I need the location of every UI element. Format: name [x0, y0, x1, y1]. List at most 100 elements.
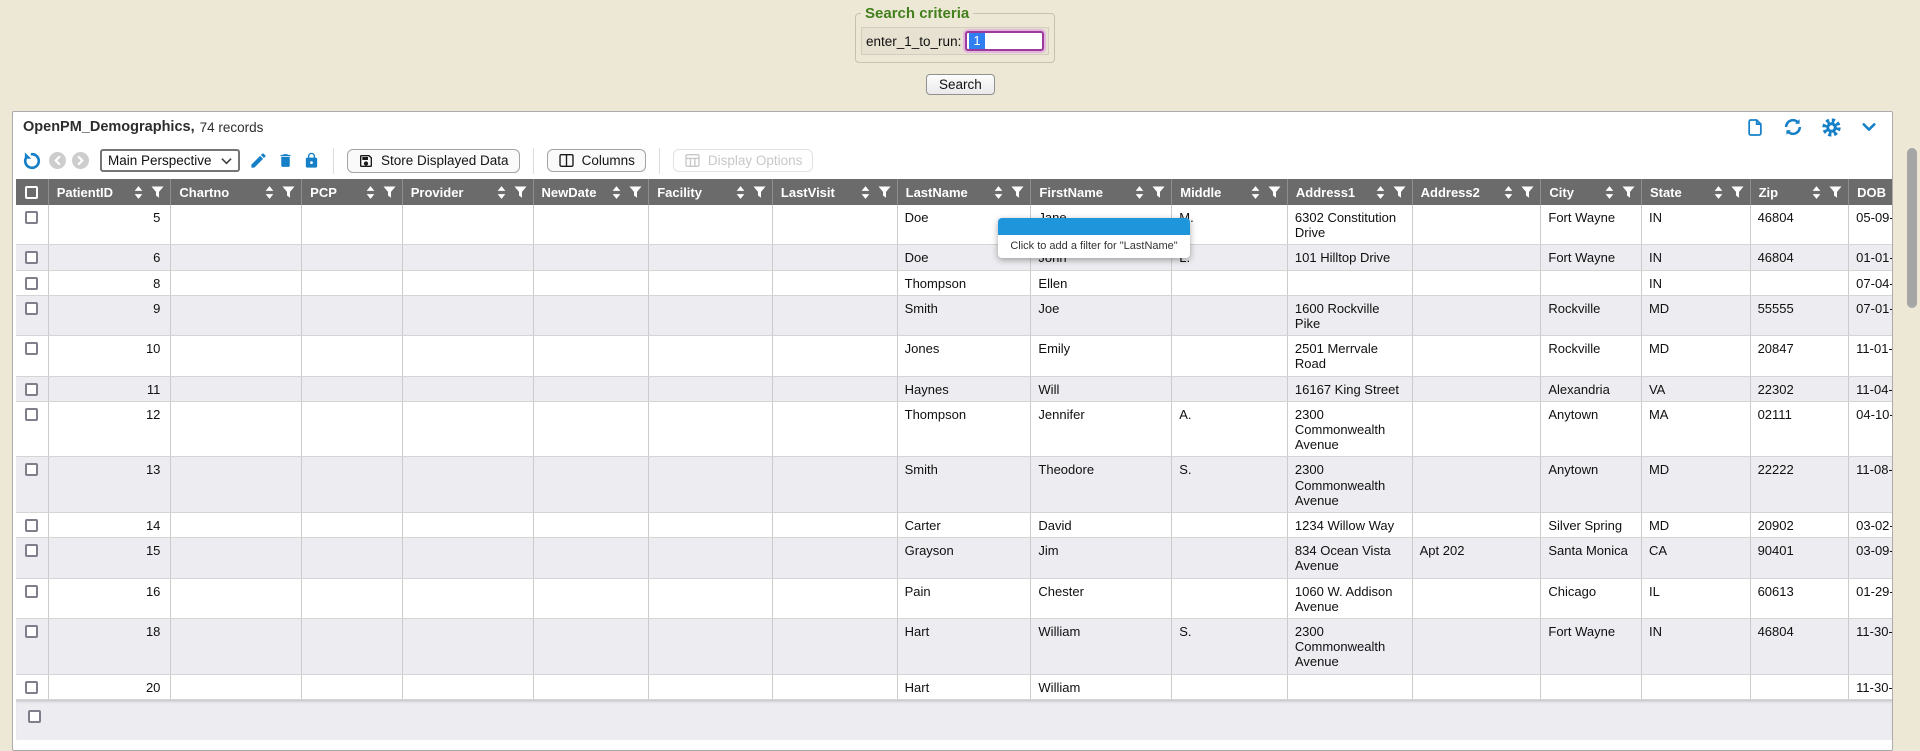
cell-last_visit[interactable]	[772, 457, 897, 513]
cell-last_visit[interactable]	[772, 619, 897, 675]
cell-new_date[interactable]	[533, 270, 649, 295]
cell-zip[interactable]: 46804	[1750, 205, 1849, 245]
cell-address1[interactable]: 2300 Commonwealth Avenue	[1287, 619, 1412, 675]
cell-new_date[interactable]	[533, 245, 649, 270]
cell-pcp[interactable]	[302, 619, 403, 675]
cell-last_name[interactable]: Haynes	[897, 376, 1031, 401]
cell-address1[interactable]: 2300 Commonwealth Avenue	[1287, 401, 1412, 457]
column-header-patient_id[interactable]: PatientID	[48, 179, 171, 205]
cell-zip[interactable]: 20902	[1750, 513, 1849, 538]
cell-address1[interactable]: 834 Ocean Vista Avenue	[1287, 538, 1412, 578]
cell-new_date[interactable]	[533, 513, 649, 538]
search-input[interactable]: 1	[965, 31, 1044, 51]
column-header-zip[interactable]: Zip	[1750, 179, 1849, 205]
cell-last_name[interactable]: Thompson	[897, 401, 1031, 457]
cell-chartno[interactable]	[171, 674, 302, 699]
sort-icon[interactable]	[133, 185, 144, 200]
cell-new_date[interactable]	[533, 376, 649, 401]
undo-icon[interactable]	[21, 150, 43, 172]
cell-address1[interactable]: 2501 Merrvale Road	[1287, 336, 1412, 376]
cell-city[interactable]: Anytown	[1541, 401, 1642, 457]
cell-address1[interactable]: 1060 W. Addison Avenue	[1287, 578, 1412, 618]
cell-city[interactable]: Anytown	[1541, 457, 1642, 513]
cell-chartno[interactable]	[171, 578, 302, 618]
filter-icon[interactable]	[1011, 186, 1024, 199]
cell-city[interactable]: Silver Spring	[1541, 513, 1642, 538]
cell-pcp[interactable]	[302, 295, 403, 335]
cell-chartno[interactable]	[171, 457, 302, 513]
cell-pcp[interactable]	[302, 578, 403, 618]
cell-facility[interactable]	[649, 376, 773, 401]
column-header-label[interactable]: Middle	[1180, 185, 1221, 200]
search-button[interactable]: Search	[926, 74, 995, 95]
cell-dob[interactable]: 11-08-1931	[1849, 457, 1893, 513]
cell-address2[interactable]	[1412, 401, 1541, 457]
cell-state[interactable]: MD	[1641, 295, 1750, 335]
new-document-icon[interactable]	[1745, 117, 1765, 138]
cell-facility[interactable]	[649, 578, 773, 618]
sort-icon[interactable]	[1250, 185, 1261, 200]
column-header-middle[interactable]: Middle	[1172, 179, 1288, 205]
cell-facility[interactable]	[649, 295, 773, 335]
cell-facility[interactable]	[649, 457, 773, 513]
cell-new_date[interactable]	[533, 457, 649, 513]
cell-first_name[interactable]: David	[1031, 513, 1172, 538]
cell-zip[interactable]: 22302	[1750, 376, 1849, 401]
cell-pcp[interactable]	[302, 270, 403, 295]
sort-icon[interactable]	[1604, 185, 1615, 200]
edit-pencil-icon[interactable]	[249, 151, 268, 170]
select-all-checkbox[interactable]	[25, 186, 38, 199]
cell-dob[interactable]: 05-09-1937	[1849, 205, 1893, 245]
cell-dob[interactable]: 01-01-1939	[1849, 245, 1893, 270]
row-checkbox[interactable]	[25, 251, 38, 264]
column-header-first_name[interactable]: FirstName	[1031, 179, 1172, 205]
cell-first_name[interactable]: Jim	[1031, 538, 1172, 578]
cell-facility[interactable]	[649, 538, 773, 578]
cell-zip[interactable]: 46804	[1750, 619, 1849, 675]
cell-facility[interactable]	[649, 513, 773, 538]
cell-address1[interactable]: 2300 Commonwealth Avenue	[1287, 457, 1412, 513]
cell-provider[interactable]	[402, 295, 533, 335]
cell-chartno[interactable]	[171, 538, 302, 578]
cell-new_date[interactable]	[533, 674, 649, 699]
cell-city[interactable]: Santa Monica	[1541, 538, 1642, 578]
sort-icon[interactable]	[735, 185, 746, 200]
column-header-label[interactable]: Chartno	[179, 185, 229, 200]
cell-chartno[interactable]	[171, 376, 302, 401]
filter-icon[interactable]	[1622, 186, 1635, 199]
column-header-city[interactable]: City	[1541, 179, 1642, 205]
cell-city[interactable]: Alexandria	[1541, 376, 1642, 401]
cell-city[interactable]: Rockville	[1541, 336, 1642, 376]
cell-pcp[interactable]	[302, 245, 403, 270]
cell-new_date[interactable]	[533, 578, 649, 618]
filter-icon[interactable]	[1393, 186, 1406, 199]
cell-last_visit[interactable]	[772, 578, 897, 618]
sort-icon[interactable]	[1134, 185, 1145, 200]
row-checkbox[interactable]	[25, 302, 38, 315]
cell-state[interactable]: MD	[1641, 513, 1750, 538]
cell-middle[interactable]	[1172, 578, 1288, 618]
column-header-label[interactable]: Address1	[1296, 185, 1355, 200]
sort-icon[interactable]	[993, 185, 1004, 200]
vertical-scrollbar-thumb[interactable]	[1907, 148, 1917, 308]
cell-city[interactable]: Fort Wayne	[1541, 245, 1642, 270]
sort-icon[interactable]	[1503, 185, 1514, 200]
cell-city[interactable]: Fort Wayne	[1541, 205, 1642, 245]
cell-state[interactable]: IN	[1641, 619, 1750, 675]
cell-middle[interactable]	[1172, 513, 1288, 538]
cell-chartno[interactable]	[171, 295, 302, 335]
cell-dob[interactable]: 11-30-1954	[1849, 674, 1893, 699]
cell-provider[interactable]	[402, 538, 533, 578]
sort-icon[interactable]	[611, 185, 622, 200]
cell-provider[interactable]	[402, 578, 533, 618]
column-header-label[interactable]: PatientID	[57, 185, 113, 200]
cell-address2[interactable]	[1412, 674, 1541, 699]
column-header-label[interactable]: State	[1650, 185, 1682, 200]
cell-dob[interactable]: 03-02-2010	[1849, 513, 1893, 538]
cell-state[interactable]: IN	[1641, 270, 1750, 295]
cell-middle[interactable]	[1172, 376, 1288, 401]
cell-patient_id[interactable]: 10	[48, 336, 171, 376]
column-header-last_name[interactable]: LastName	[897, 179, 1031, 205]
cell-last_name[interactable]: Hart	[897, 674, 1031, 699]
cell-new_date[interactable]	[533, 295, 649, 335]
